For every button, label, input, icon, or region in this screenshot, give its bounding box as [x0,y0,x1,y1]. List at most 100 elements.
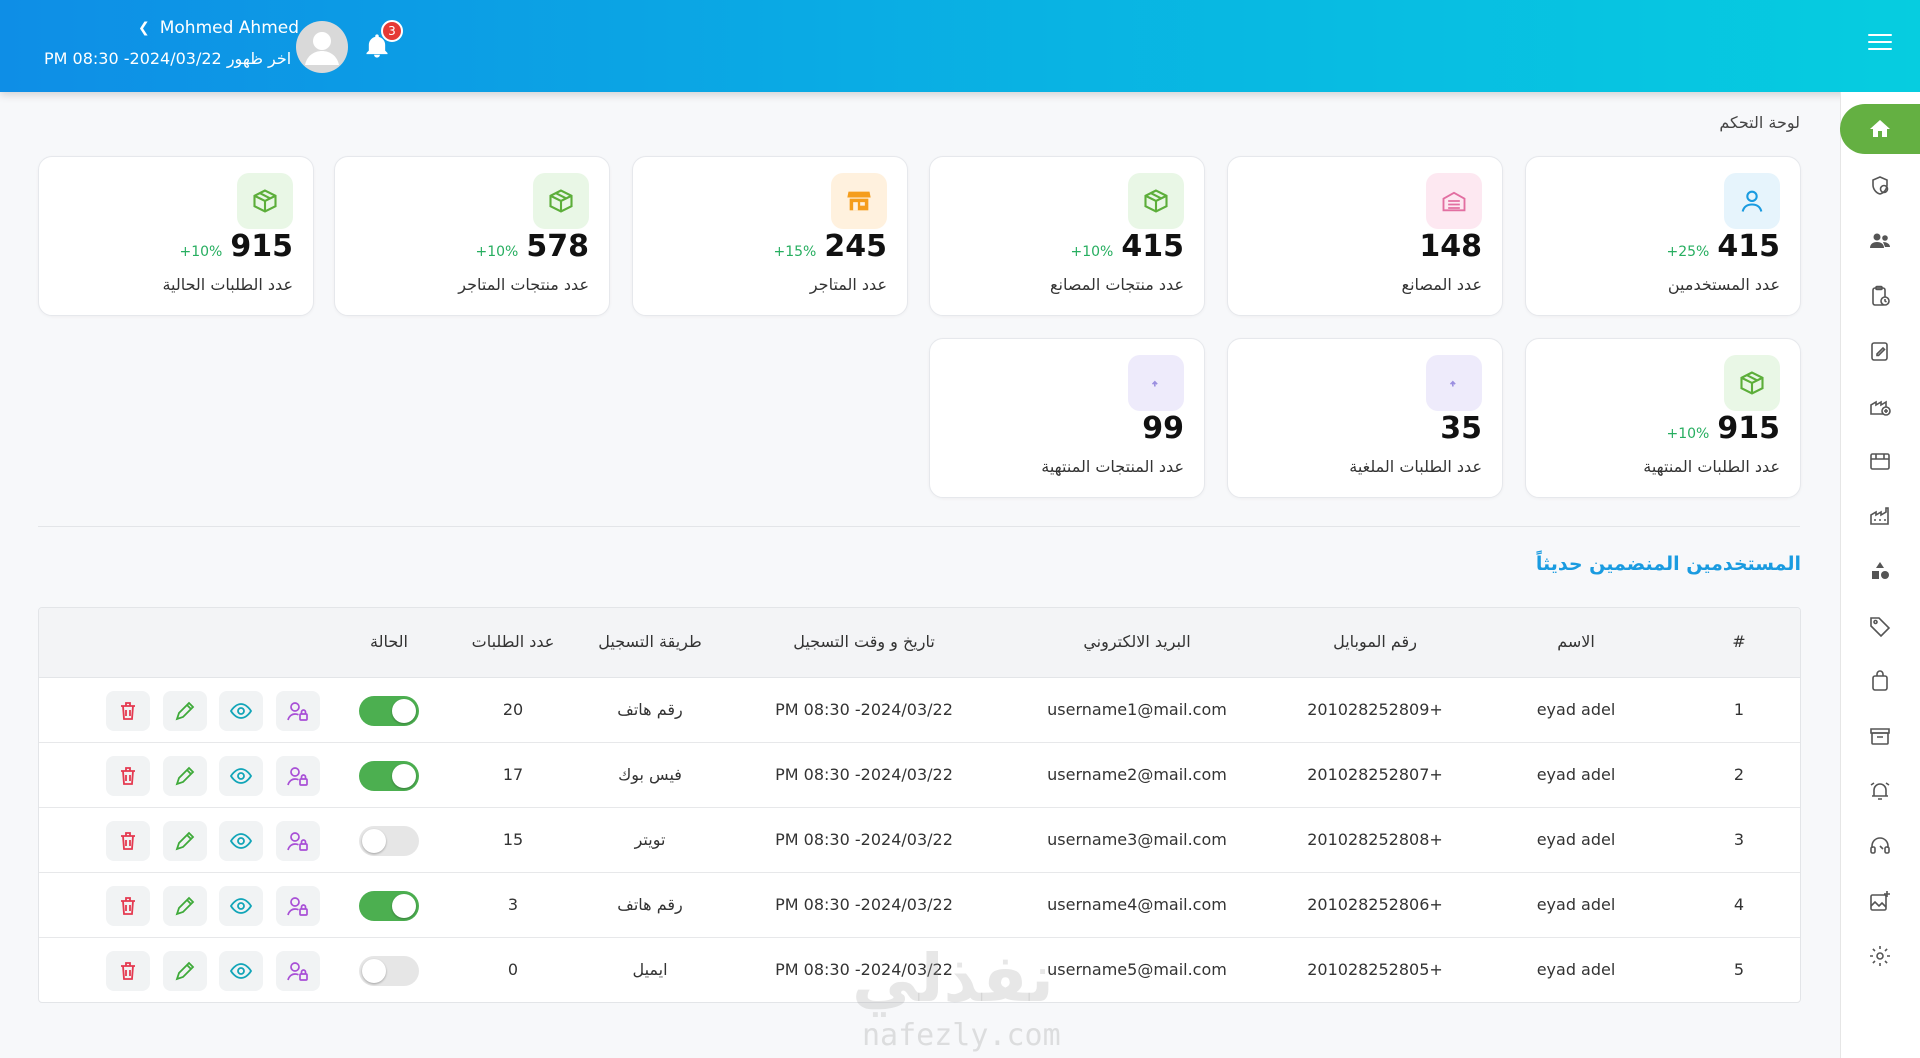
stat-card-expired-products[interactable]: 99 عدد المنتجات المنتهية [929,338,1205,498]
view-button[interactable] [219,951,263,991]
stat-card-users[interactable]: +25% 415 عدد المستخدمين [1525,156,1801,316]
notifications-bell-icon[interactable]: 3 [363,20,403,60]
table-row: 2 eyad adel 201028252807+ username2@mail.co… [39,743,1800,808]
delete-button[interactable] [106,691,150,731]
sidebar-item-settings[interactable] [1840,934,1920,978]
store-icon [1870,453,1890,470]
tag-icon [1870,617,1891,638]
permissions-button[interactable] [276,821,320,861]
edit-document-icon [1871,342,1888,361]
view-button[interactable] [219,756,263,796]
user-lock-icon [286,829,310,853]
sidebar-item-categories[interactable] [1840,549,1920,593]
delete-button[interactable] [106,821,150,861]
permissions-button[interactable] [276,951,320,991]
eye-icon [229,894,253,918]
sidebar-item-reports[interactable] [1840,329,1920,373]
stat-percent: +10% [475,244,519,260]
cell-date: 2024/03/22- 08:30 PM [775,830,953,849]
stat-percent: +10% [179,244,223,260]
col-status: الحالة [370,632,408,651]
cell-orders: 15 [502,830,524,849]
edit-button[interactable] [163,691,207,731]
stat-percent: +10% [1666,426,1710,442]
stat-card-store-products[interactable]: +10% 578 عدد منتجات المتاجر [334,156,610,316]
cell-name: eyad adel [1536,830,1616,849]
sidebar-item-stores[interactable] [1840,439,1920,483]
pencil-icon [173,894,197,918]
view-button[interactable] [219,821,263,861]
sidebar-item-products[interactable] [1840,659,1920,703]
stat-card-cancelled-orders[interactable]: 35 عدد الطلبات الملغية [1227,338,1503,498]
cell-mobile: 201028252809+ [1307,700,1443,719]
permissions-button[interactable] [276,886,320,926]
sidebar-item-orders[interactable] [1840,274,1920,318]
sidebar-item-factories[interactable] [1840,494,1920,538]
user-menu[interactable]: ❮ Mohmed Ahmed [138,18,299,38]
stat-value: 415 [1121,229,1184,264]
status-toggle[interactable] [359,891,419,921]
delete-button[interactable] [106,951,150,991]
sidebar-item-notifications[interactable] [1840,769,1920,813]
stat-value-row: +15% 245 [774,229,887,264]
sidebar-item-support[interactable] [1840,824,1920,868]
view-button[interactable] [219,691,263,731]
stat-card-factory-products[interactable]: +10% 415 عدد منتجات المصانع [929,156,1205,316]
user-lock-icon [286,764,310,788]
menu-toggle-icon[interactable] [1868,34,1892,52]
permissions-button[interactable] [276,756,320,796]
edit-button[interactable] [163,886,207,926]
stat-value: 245 [824,229,887,264]
status-toggle[interactable] [359,826,419,856]
last-seen-text: اخر ظهور 2024/03/22- 08:30 PM [44,49,292,68]
status-toggle[interactable] [359,956,419,986]
cell-index: 2 [1733,765,1745,784]
top-header: 3 ❮ Mohmed Ahmed اخر ظهور 2024/03/22- 08… [0,0,1920,92]
status-toggle[interactable] [359,696,419,726]
user-lock-icon [286,699,310,723]
sidebar-item-home[interactable] [1840,104,1920,154]
view-button[interactable] [219,886,263,926]
cell-orders: 3 [507,895,519,914]
edit-button[interactable] [163,756,207,796]
sidebar-item-packages[interactable] [1840,714,1920,758]
cell-email: username4@mail.com [1047,895,1227,914]
stat-card-finished-orders[interactable]: +10% 915 عدد الطلبات المنتهية [1525,338,1801,498]
stat-value: 415 [1717,229,1780,264]
sidebar-item-admins[interactable] [1840,164,1920,208]
user-icon [1724,173,1780,229]
stat-card-factories[interactable]: 148 عدد المصانع [1227,156,1503,316]
breadcrumb[interactable]: لوحة التحكم [1719,113,1800,132]
stat-card-stores[interactable]: +15% 245 عدد المتاجر [632,156,908,316]
col-index: # [1732,632,1746,651]
cell-index: 3 [1733,830,1745,849]
support-headset-icon [1870,837,1890,854]
edit-button[interactable] [163,951,207,991]
col-date: تاريخ و وقت التسجيل [793,632,935,651]
pencil-icon [173,764,197,788]
stat-value: 99 [1142,411,1184,446]
stat-card-current-orders[interactable]: +10% 915 عدد الطلبات الحالية [38,156,314,316]
factory-add-icon [1870,400,1891,416]
stat-label: عدد الطلبات المنتهية [1643,457,1780,476]
watermark-url: nafezly.com [862,1018,1061,1053]
sidebar-item-users[interactable] [1840,219,1920,263]
permissions-button[interactable] [276,691,320,731]
settings-gear-icon [1870,946,1890,966]
cell-method: رقم هاتف [617,895,683,914]
stat-value-row: +25% 415 [1667,229,1780,264]
cell-date: 2024/03/22- 08:30 PM [775,895,953,914]
edit-button[interactable] [163,821,207,861]
status-toggle[interactable] [359,761,419,791]
box-icon [237,173,293,229]
cell-orders: 17 [502,765,524,784]
cell-date: 2024/03/22- 08:30 PM [775,765,953,784]
sidebar-item-media[interactable] [1840,879,1920,923]
user-avatar[interactable] [296,21,348,73]
delete-button[interactable] [106,756,150,796]
factory-icon [1426,173,1482,229]
sidebar-item-add-factory[interactable] [1840,384,1920,428]
cancel-icon [1426,355,1482,411]
sidebar-item-offers[interactable] [1840,604,1920,648]
delete-button[interactable] [106,886,150,926]
